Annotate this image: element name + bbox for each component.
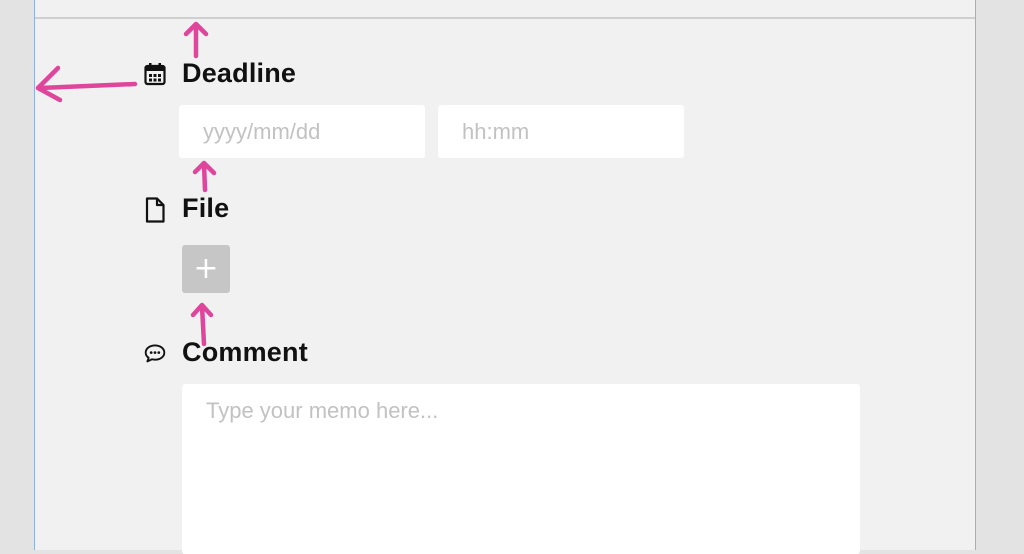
comment-label: Comment xyxy=(144,337,308,368)
arrow-up-icon xyxy=(192,160,217,193)
deadline-label-text: Deadline xyxy=(182,58,297,88)
file-label: File xyxy=(144,193,229,224)
deadline-label: Deadline xyxy=(144,58,296,89)
top-divider xyxy=(35,17,975,19)
time-input[interactable] xyxy=(438,105,684,158)
calendar-icon xyxy=(144,62,166,86)
file-icon xyxy=(144,196,166,223)
arrow-up-icon xyxy=(183,21,209,59)
arrow-left-icon xyxy=(35,65,138,103)
comment-textarea[interactable] xyxy=(182,384,860,554)
date-input[interactable] xyxy=(179,105,425,158)
form-panel: Deadline File + Comment xyxy=(34,0,976,554)
file-label-text: File xyxy=(182,193,230,223)
arrow-up-icon xyxy=(190,302,214,347)
add-file-button[interactable]: + xyxy=(182,245,230,293)
speech-bubble-icon xyxy=(144,341,166,365)
